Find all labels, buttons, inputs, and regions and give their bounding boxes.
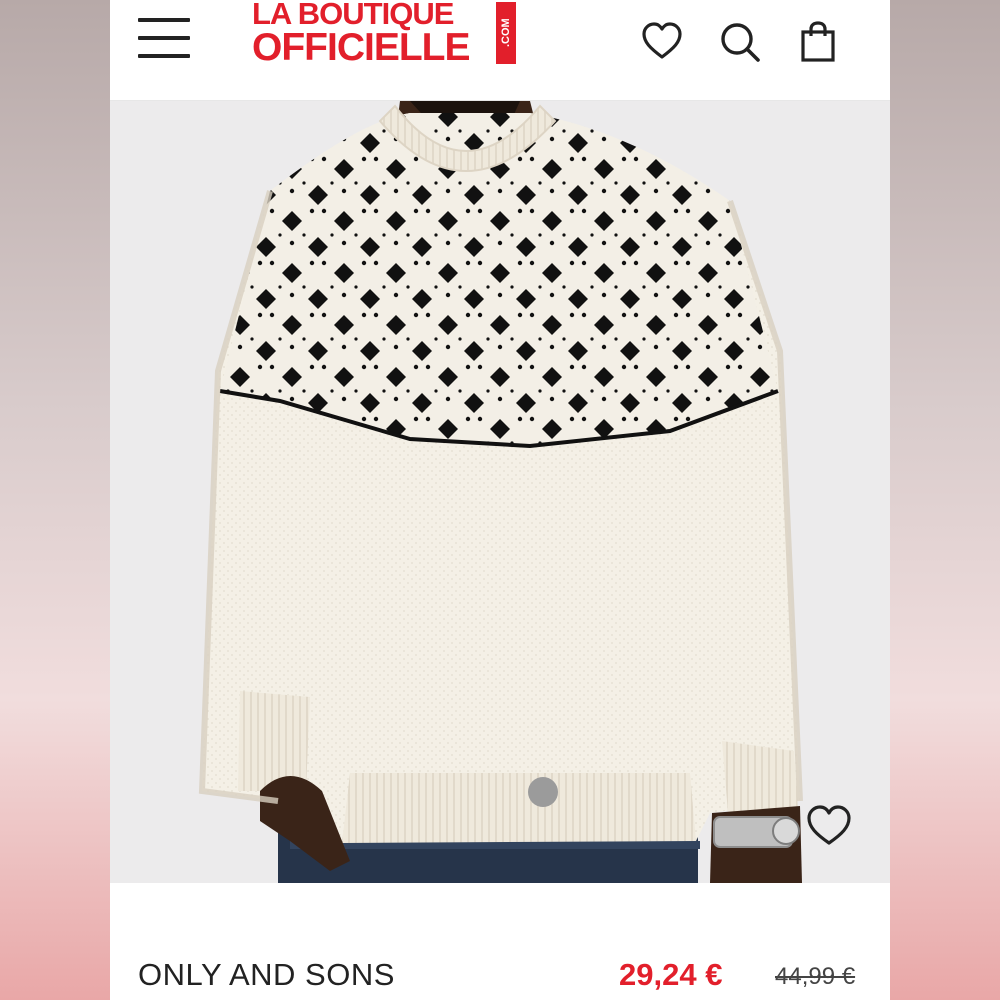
top-header: LA BOUTIQUE OFFICIELLE .COM	[110, 0, 890, 101]
old-price: 44,99 €	[775, 963, 856, 990]
mobile-page: LA BOUTIQUE OFFICIELLE .COM ONLY AND SON…	[110, 0, 890, 1000]
wishlist-heart-icon[interactable]	[804, 803, 854, 849]
product-info: ONLY AND SONS 29,24 € 44,99 €	[110, 883, 890, 1000]
background-right	[890, 0, 1000, 1000]
shopping-bag-icon[interactable]	[796, 20, 840, 64]
search-icon[interactable]	[718, 20, 762, 64]
product-image[interactable]	[110, 101, 890, 883]
background-left	[0, 0, 110, 1000]
product-brand[interactable]: ONLY AND SONS	[138, 957, 395, 993]
logo-suffix: .COM	[496, 2, 516, 64]
site-logo[interactable]: LA BOUTIQUE OFFICIELLE .COM	[252, 0, 522, 76]
menu-icon[interactable]	[138, 16, 194, 62]
current-price: 29,24 €	[619, 957, 723, 992]
heart-icon[interactable]	[640, 20, 684, 64]
logo-line2: OFFICIELLE	[252, 26, 470, 69]
carousel-dot[interactable]	[528, 777, 558, 807]
